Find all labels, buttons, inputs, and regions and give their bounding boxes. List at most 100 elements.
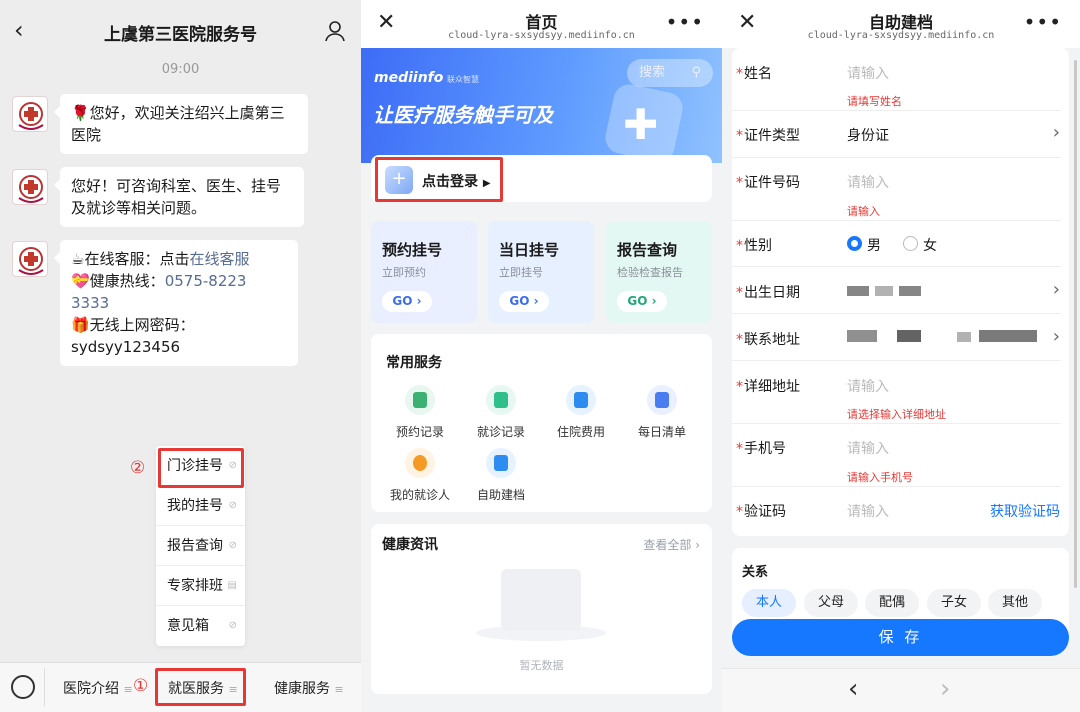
menu-tab-health-service[interactable]: 健康服务 ≡ (274, 678, 344, 698)
message-bubble: 🌹您好，欢迎关注绍兴上虞第三 医院 (54, 94, 308, 154)
field-label: 联系地址 (744, 332, 800, 348)
menu-item-report-query[interactable]: 报告查询 ⊘ (156, 526, 245, 566)
search-icon: ⚲ (691, 65, 701, 80)
relation-chip-parents[interactable]: 父母 (804, 589, 858, 617)
nav-back-icon[interactable]: ‹ (848, 674, 858, 704)
card-appointment-register[interactable]: 预约挂号 立即预约 GO › (371, 221, 477, 323)
id-number-error: 请输入 (847, 205, 880, 218)
menu-item-label: 我的挂号 (167, 498, 223, 514)
menu-item-feedback[interactable]: 意见箱 ⊘ (156, 606, 245, 646)
relation-chip-children[interactable]: 子女 (927, 589, 981, 617)
verify-code-label: *验证码 (736, 504, 786, 520)
service-label: 自助建档 (476, 488, 525, 502)
divider (732, 266, 1061, 267)
highlight-medical-service (155, 668, 246, 706)
card-subtitle: 立即挂号 (499, 266, 543, 279)
detail-address-input[interactable]: 请输入 (847, 376, 889, 396)
service-label: 预约记录 (395, 425, 444, 439)
banner-slogan: 让医疗服务触手可及 (373, 103, 553, 127)
search-placeholder: 搜索 (639, 65, 666, 80)
card-title: 报告查询 (617, 241, 678, 259)
address-label: *联系地址 (736, 332, 800, 348)
service-daily-list[interactable]: 每日清单 (622, 385, 702, 440)
profile-icon[interactable] (324, 20, 346, 42)
id-type-select[interactable]: 身份证 (847, 125, 889, 145)
hospital-logo-icon (18, 247, 44, 275)
hospital-avatar[interactable] (12, 96, 48, 132)
see-all-link[interactable]: 查看全部 › (643, 536, 700, 553)
search-input[interactable]: 搜索 ⚲ (627, 59, 713, 87)
highlight-login (375, 157, 503, 202)
detail-address-error: 请选择输入详细地址 (847, 408, 946, 421)
service-label: 每日清单 (637, 425, 686, 439)
message-bubble: ☕在线客服：点击在线客服 💝健康热线：0575-8223 3333 🎁无线上网密… (54, 240, 298, 366)
go-button[interactable]: GO › (617, 291, 667, 312)
wechat-chat-panel: ‹ 上虞第三医院服务号 09:00 🌹您好，欢迎关注绍兴上虞第三 医院 您好！可… (0, 0, 361, 712)
self-file-icon (486, 448, 516, 478)
name-error: 请填写姓名 (847, 95, 902, 108)
save-button[interactable]: 保 存 (732, 619, 1069, 656)
menu-item-expert-schedule[interactable]: 专家排班 ▤ (156, 566, 245, 606)
menu-item-label: 意见箱 (167, 618, 209, 634)
keyboard-icon[interactable] (11, 675, 35, 699)
service-label: 住院费用 (556, 425, 605, 439)
home-page-panel: ✕ 首页 cloud-lyra-sxsydsyy.mediinfo.cn •••… (361, 0, 722, 712)
daily-list-icon (647, 385, 677, 415)
name-input[interactable]: 请输入 (847, 63, 889, 83)
verify-code-input[interactable]: 请输入 (847, 501, 889, 521)
service-self-file[interactable]: 自助建档 (461, 448, 541, 503)
service-label: 就诊记录 (476, 425, 525, 439)
page-icon: ▤ (227, 580, 237, 591)
hospital-logo-icon (18, 102, 44, 130)
get-code-button[interactable]: 获取验证码 (990, 501, 1060, 521)
chevron-right-icon[interactable]: › (1053, 122, 1060, 143)
detail-address-label: *详细地址 (736, 379, 800, 395)
relation-chip-other[interactable]: 其他 (988, 589, 1042, 617)
hospital-logo-icon (18, 175, 44, 203)
id-number-label: *证件号码 (736, 175, 800, 191)
webview-nav-bar (722, 668, 1080, 712)
card-same-day-register[interactable]: 当日挂号 立即挂号 GO › (488, 221, 594, 323)
go-button[interactable]: GO › (382, 291, 432, 312)
phone-input[interactable]: 请输入 (847, 438, 889, 458)
card-title: 当日挂号 (499, 241, 560, 259)
message-line: 您好！可咨询科室、医生、挂号 (71, 177, 282, 195)
chevron-right-icon[interactable]: › (1053, 326, 1060, 347)
field-label: 手机号 (744, 441, 786, 457)
hospital-avatar[interactable] (12, 241, 48, 277)
message-line: 🎁无线上网密码： (71, 316, 195, 334)
id-number-input[interactable]: 请输入 (847, 172, 889, 192)
menu-icon: ≡ (334, 683, 344, 696)
link-icon: ⊘ (228, 620, 237, 631)
more-icon[interactable]: ••• (1024, 10, 1062, 34)
scrollbar[interactable] (1074, 60, 1077, 588)
message-line: 🌹您好，欢迎关注绍兴上虞第三 (71, 104, 285, 122)
message-line: ☕在线客服：点击在线客服 (71, 248, 287, 270)
relation-title: 关系 (742, 565, 769, 580)
card-report-query[interactable]: 报告查询 检验检查报告 GO › (606, 221, 712, 323)
hospital-avatar[interactable] (12, 169, 48, 205)
gender-female-radio[interactable] (903, 236, 918, 251)
service-hospital-fee[interactable]: 住院费用 (541, 385, 621, 440)
visit-record-icon (486, 385, 516, 415)
register-record-icon (405, 385, 435, 415)
service-visit-record[interactable]: 就诊记录 (461, 385, 541, 440)
divider (44, 668, 45, 706)
go-button[interactable]: GO › (499, 291, 549, 312)
menu-item-my-register[interactable]: 我的挂号 ⊘ (156, 486, 245, 526)
relation-chip-spouse[interactable]: 配偶 (865, 589, 919, 617)
field-label: 出生日期 (744, 285, 800, 301)
self-file-form-panel: ✕ 自助建档 cloud-lyra-sxsydsyy.mediinfo.cn •… (722, 0, 1080, 712)
online-service-link[interactable]: 在线客服 (189, 250, 249, 268)
service-register-record[interactable]: 预约记录 (380, 385, 460, 440)
relation-chip-self[interactable]: 本人 (742, 589, 796, 617)
gender-male-radio[interactable] (847, 236, 862, 251)
service-my-patients[interactable]: 我的就诊人 (380, 448, 460, 503)
message-text: ☕在线客服：点击 (71, 250, 190, 268)
nav-forward-icon[interactable]: › (940, 674, 950, 704)
chevron-right-icon[interactable]: › (1053, 279, 1060, 300)
gender-female-label: 女 (923, 238, 937, 254)
menu-tab-hospital-intro[interactable]: 医院介绍 ≡ (63, 678, 133, 698)
divider (732, 110, 1061, 111)
more-icon[interactable]: ••• (666, 10, 704, 34)
